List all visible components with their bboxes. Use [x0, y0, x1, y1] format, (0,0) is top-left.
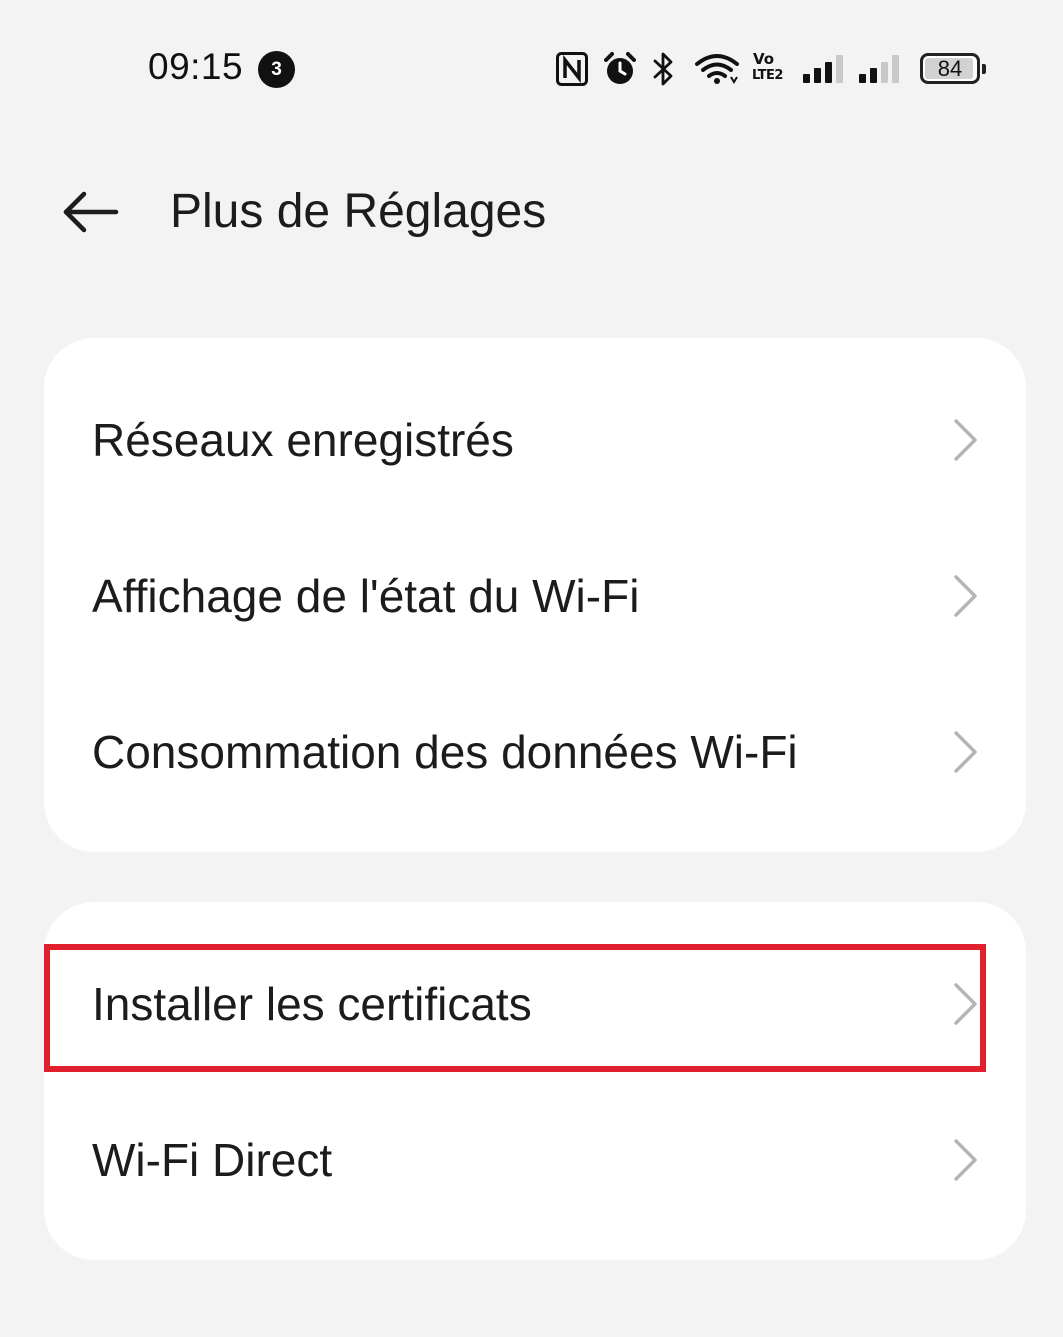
- settings-item-label: Installer les certificats: [92, 978, 532, 1030]
- battery-icon: 84: [920, 53, 986, 84]
- chevron-right-icon: [950, 730, 980, 774]
- settings-group-advanced: Installer les certificats Wi-Fi Direct: [44, 902, 1026, 1260]
- settings-item-wifi-data-usage[interactable]: Consommation des données Wi-Fi: [44, 682, 1026, 822]
- nfc-icon: [556, 52, 588, 91]
- chevron-right-icon: [950, 1138, 980, 1182]
- notification-count-badge: 3: [258, 51, 295, 88]
- settings-group-wifi-options: Réseaux enregistrés Affichage de l'état …: [44, 338, 1026, 852]
- settings-item-label: Affichage de l'état du Wi-Fi: [92, 570, 640, 622]
- page-title: Plus de Réglages: [170, 185, 547, 238]
- chevron-right-icon: [950, 574, 980, 618]
- wifi-icon: [694, 53, 740, 90]
- back-arrow-icon: [56, 191, 126, 244]
- signal-strength-sim2-icon: [858, 54, 904, 89]
- settings-item-wifi-status-display[interactable]: Affichage de l'état du Wi-Fi: [44, 526, 1026, 666]
- volte-label-bottom: LTE2: [752, 68, 783, 83]
- settings-item-saved-networks[interactable]: Réseaux enregistrés: [44, 370, 1026, 510]
- status-time: 09:15: [148, 46, 244, 87]
- back-button[interactable]: [56, 184, 126, 240]
- battery-level: 84: [937, 56, 963, 81]
- settings-item-label: Wi-Fi Direct: [92, 1134, 333, 1186]
- settings-item-wifi-direct[interactable]: Wi-Fi Direct: [44, 1090, 1026, 1230]
- chevron-right-icon: [950, 418, 980, 462]
- volte-icon: Vo LTE2: [752, 52, 790, 86]
- bluetooth-icon: [652, 51, 676, 92]
- chevron-right-icon: [950, 982, 980, 1026]
- alarm-icon: [603, 51, 637, 92]
- settings-item-label: Consommation des données Wi-Fi: [92, 726, 798, 778]
- settings-item-install-certificates[interactable]: Installer les certificats: [44, 934, 1026, 1074]
- status-bar: 09:15 3 Vo LTE2 84: [0, 0, 1063, 140]
- volte-label-top: Vo: [753, 50, 775, 68]
- signal-strength-sim1-icon: [802, 54, 848, 89]
- settings-item-label: Réseaux enregistrés: [92, 414, 514, 466]
